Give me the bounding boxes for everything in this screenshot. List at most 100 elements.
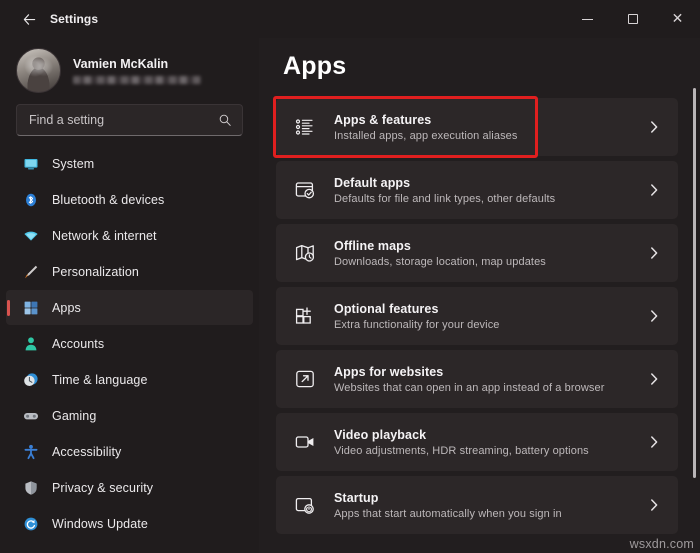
card-subtitle: Downloads, storage location, map updates xyxy=(334,255,546,268)
sidebar-item-label: System xyxy=(52,156,95,171)
maximize-button[interactable] xyxy=(610,0,655,38)
sidebar-item-windows-update[interactable]: Windows Update xyxy=(6,506,253,541)
watermark: wsxdn.com xyxy=(629,537,694,551)
sidebar-item-label: Gaming xyxy=(52,408,97,423)
card-text: Video playback Video adjustments, HDR st… xyxy=(334,428,646,457)
settings-window: Settings ✕ Vamien McKalin Find a setting… xyxy=(0,0,700,553)
sidebar-item-time-language[interactable]: Time & language xyxy=(6,362,253,397)
bluetooth-icon xyxy=(22,191,39,208)
card-title: Startup xyxy=(334,490,379,505)
paintbrush-icon xyxy=(22,263,39,280)
card-subtitle: Video adjustments, HDR streaming, batter… xyxy=(334,444,589,457)
clock-icon xyxy=(22,371,39,388)
card-offline-maps[interactable]: Offline maps Downloads, storage location… xyxy=(276,224,678,282)
card-text: Optional features Extra functionality fo… xyxy=(334,302,646,331)
minimize-button[interactable] xyxy=(565,0,610,38)
search-input[interactable] xyxy=(29,113,218,127)
chevron-right-icon xyxy=(646,371,662,387)
card-title: Apps for websites xyxy=(334,364,444,379)
card-video-playback[interactable]: Video playback Video adjustments, HDR st… xyxy=(276,413,678,471)
refresh-icon xyxy=(22,515,39,532)
chevron-right-icon xyxy=(646,182,662,198)
sidebar-item-network-internet[interactable]: Network & internet xyxy=(6,218,253,253)
chevron-right-icon xyxy=(646,245,662,261)
sidebar-item-privacy-security[interactable]: Privacy & security xyxy=(6,470,253,505)
sidebar-item-label: Accessibility xyxy=(52,444,122,459)
card-title: Offline maps xyxy=(334,238,411,253)
sidebar-item-label: Time & language xyxy=(52,372,148,387)
card-subtitle: Extra functionality for your device xyxy=(334,318,500,331)
scrollbar-thumb[interactable] xyxy=(693,88,696,478)
content-scrollbar[interactable] xyxy=(693,88,696,547)
card-startup[interactable]: Startup Apps that start automatically wh… xyxy=(276,476,678,534)
back-button[interactable] xyxy=(14,5,44,33)
title-bar: Settings ✕ xyxy=(0,0,700,38)
apps-grid-icon xyxy=(22,299,39,316)
sidebar-item-label: Windows Update xyxy=(52,516,148,531)
grid-plus-icon xyxy=(293,304,317,328)
chevron-right-icon xyxy=(646,497,662,513)
sidebar-item-label: Privacy & security xyxy=(52,480,154,495)
card-subtitle: Installed apps, app execution aliases xyxy=(334,129,518,142)
sidebar-nav: System Bluetooth & devices Network & int… xyxy=(0,146,259,553)
card-title: Video playback xyxy=(334,427,427,442)
card-apps-and-features[interactable]: Apps & features Installed apps, app exec… xyxy=(273,96,678,158)
accessibility-icon xyxy=(22,443,39,460)
window-controls: ✕ xyxy=(565,0,700,38)
card-title: Apps & features xyxy=(334,112,432,127)
search-wrapper xyxy=(0,98,259,146)
card-title: Default apps xyxy=(334,175,411,190)
close-icon: ✕ xyxy=(671,11,684,27)
sidebar-item-gaming[interactable]: Gaming xyxy=(6,398,253,433)
window-body: Vamien McKalin Find a setting System Blu… xyxy=(0,38,700,553)
maximize-icon xyxy=(627,14,638,24)
settings-card-list: Apps & features Installed apps, app exec… xyxy=(273,96,678,534)
profile-text: Vamien McKalin xyxy=(73,57,201,84)
external-link-icon xyxy=(293,367,317,391)
card-apps-for-websites[interactable]: Apps for websites Websites that can open… xyxy=(276,350,678,408)
profile-section[interactable]: Vamien McKalin xyxy=(0,42,259,98)
shield-icon xyxy=(22,479,39,496)
profile-name: Vamien McKalin xyxy=(73,56,169,71)
sidebar-item-label: Network & internet xyxy=(52,228,157,243)
window-power-icon xyxy=(293,493,317,517)
gamepad-icon xyxy=(22,407,39,424)
card-subtitle: Websites that can open in an app instead… xyxy=(334,381,605,394)
back-arrow-icon xyxy=(23,13,35,25)
card-text: Apps for websites Websites that can open… xyxy=(334,365,646,394)
video-camera-icon xyxy=(293,430,317,454)
sidebar-item-accessibility[interactable]: Accessibility xyxy=(6,434,253,469)
map-clock-icon xyxy=(293,241,317,265)
card-optional-features[interactable]: Optional features Extra functionality fo… xyxy=(276,287,678,345)
app-title: Settings xyxy=(50,12,99,26)
search-box[interactable] xyxy=(16,104,243,136)
person-icon xyxy=(22,335,39,352)
monitor-icon xyxy=(22,155,39,172)
content-area: Apps Apps & features Installed apps, app… xyxy=(259,38,700,553)
chevron-right-icon xyxy=(646,434,662,450)
sidebar-item-apps[interactable]: Apps xyxy=(6,290,253,325)
wifi-icon xyxy=(22,227,39,244)
sidebar-item-system[interactable]: System xyxy=(6,146,253,181)
card-title: Optional features xyxy=(334,301,439,316)
sidebar-item-personalization[interactable]: Personalization xyxy=(6,254,253,289)
search-icon xyxy=(219,114,231,126)
profile-email-redacted xyxy=(73,75,201,84)
sidebar-item-bluetooth-devices[interactable]: Bluetooth & devices xyxy=(6,182,253,217)
sidebar: Vamien McKalin Find a setting System Blu… xyxy=(0,38,259,553)
minimize-icon xyxy=(582,18,593,20)
card-subtitle: Apps that start automatically when you s… xyxy=(334,507,562,520)
chevron-right-icon xyxy=(646,119,662,135)
window-check-icon xyxy=(293,178,317,202)
close-button[interactable]: ✕ xyxy=(655,0,700,38)
sidebar-item-label: Bluetooth & devices xyxy=(52,192,165,207)
card-text: Startup Apps that start automatically wh… xyxy=(334,491,646,520)
sidebar-item-accounts[interactable]: Accounts xyxy=(6,326,253,361)
list-bullets-icon xyxy=(293,115,317,139)
card-text: Default apps Defaults for file and link … xyxy=(334,176,646,205)
card-text: Offline maps Downloads, storage location… xyxy=(334,239,646,268)
card-default-apps[interactable]: Default apps Defaults for file and link … xyxy=(276,161,678,219)
card-text: Apps & features Installed apps, app exec… xyxy=(334,113,646,142)
sidebar-item-label: Personalization xyxy=(52,264,139,279)
card-subtitle: Defaults for file and link types, other … xyxy=(334,192,556,205)
